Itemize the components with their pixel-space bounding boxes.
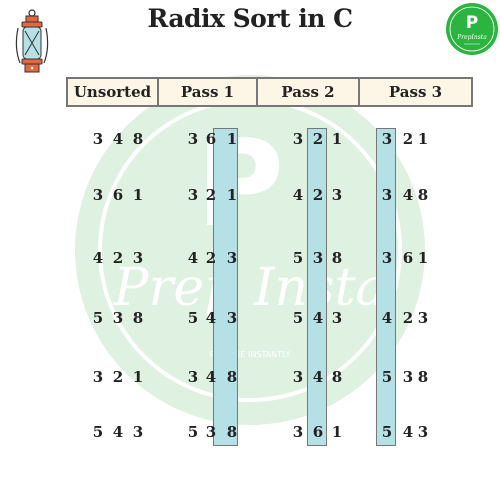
digit-pass-3-row-2-pos-1: 3 xyxy=(381,186,393,204)
digit-pass-1-row-6-pos-2: 3 xyxy=(205,423,217,441)
pass-2-digit-highlight xyxy=(307,128,327,446)
digit-pass-1-row-3-pos-1: 4 xyxy=(187,249,199,267)
digit-pass-2-row-5-pos-3: 8 xyxy=(331,368,343,386)
digit-pass-1-row-5-pos-3: 8 xyxy=(226,368,238,386)
digit-pass-1-row-5-pos-1: 3 xyxy=(187,368,199,386)
digit-pass-3-row-1-pos-3: 1 xyxy=(417,130,429,148)
digit-pass-3-row-2-pos-3: 8 xyxy=(417,186,429,204)
digit-pass-2-row-1-pos-1: 3 xyxy=(292,130,304,148)
digit-pass-3-row-1-pos-1: 3 xyxy=(381,130,393,148)
digit-pass-2-row-1-pos-2: 2 xyxy=(312,130,324,148)
digit-unsorted-row-6-pos-1: 5 xyxy=(92,423,104,441)
digit-unsorted-row-5-pos-2: 2 xyxy=(112,368,124,386)
digit-pass-2-row-4-pos-2: 4 xyxy=(312,309,324,327)
digit-pass-1-row-1-pos-2: 6 xyxy=(205,130,217,148)
digit-unsorted-row-5-pos-1: 3 xyxy=(92,368,104,386)
digit-pass-1-row-1-pos-3: 1 xyxy=(226,130,238,148)
digit-pass-2-row-5-pos-2: 4 xyxy=(312,368,324,386)
digit-pass-3-row-6-pos-3: 3 xyxy=(417,423,429,441)
digit-pass-1-row-3-pos-2: 2 xyxy=(205,249,217,267)
digit-unsorted-row-3-pos-3: 3 xyxy=(132,249,144,267)
digit-unsorted-row-4-pos-1: 5 xyxy=(92,309,104,327)
digit-pass-2-row-3-pos-2: 3 xyxy=(312,249,324,267)
digit-unsorted-row-4-pos-2: 3 xyxy=(112,309,124,327)
digit-pass-2-row-6-pos-2: 6 xyxy=(312,423,324,441)
digit-pass-2-row-5-pos-1: 3 xyxy=(292,368,304,386)
digit-pass-1-row-2-pos-3: 1 xyxy=(226,186,238,204)
digit-pass-1-row-5-pos-2: 4 xyxy=(205,368,217,386)
digit-pass-3-row-4-pos-1: 4 xyxy=(381,309,393,327)
digit-unsorted-row-4-pos-3: 8 xyxy=(132,309,144,327)
digit-pass-1-row-3-pos-3: 3 xyxy=(226,249,238,267)
digit-pass-3-row-5-pos-3: 8 xyxy=(417,368,429,386)
svg-text:P: P xyxy=(466,13,478,33)
digit-pass-1-row-4-pos-2: 4 xyxy=(205,309,217,327)
digit-pass-1-row-1-pos-1: 3 xyxy=(187,130,199,148)
page-title: Radix Sort in C xyxy=(147,4,353,33)
digit-pass-2-row-6-pos-1: 3 xyxy=(292,423,304,441)
digit-pass-1-row-2-pos-1: 3 xyxy=(187,186,199,204)
digit-unsorted-row-1-pos-2: 4 xyxy=(112,130,124,148)
digit-pass-3-row-5-pos-1: 5 xyxy=(381,368,393,386)
digit-pass-2-row-3-pos-3: 8 xyxy=(331,249,343,267)
digit-unsorted-row-6-pos-3: 3 xyxy=(132,423,144,441)
svg-text:PrepInsta: PrepInsta xyxy=(456,34,487,41)
digit-unsorted-row-1-pos-1: 3 xyxy=(92,130,104,148)
digit-pass-2-row-1-pos-3: 1 xyxy=(331,130,343,148)
digit-pass-2-row-3-pos-1: 5 xyxy=(292,249,304,267)
digit-unsorted-row-5-pos-3: 1 xyxy=(132,368,144,386)
prepinsta-logo: P PrepInsta xyxy=(446,3,498,55)
digit-pass-2-row-2-pos-1: 4 xyxy=(292,186,304,204)
digit-pass-1-row-6-pos-1: 5 xyxy=(187,423,199,441)
pass-1-digit-highlight xyxy=(213,128,238,446)
digit-unsorted-row-3-pos-2: 2 xyxy=(112,249,124,267)
digit-pass-1-row-2-pos-2: 2 xyxy=(205,186,217,204)
digit-pass-2-row-6-pos-3: 1 xyxy=(331,423,343,441)
digit-unsorted-row-1-pos-3: 8 xyxy=(132,130,144,148)
digit-pass-3-row-3-pos-3: 1 xyxy=(417,249,429,267)
digit-pass-3-row-6-pos-1: 5 xyxy=(381,423,393,441)
digit-pass-1-row-6-pos-3: 8 xyxy=(226,423,238,441)
digit-pass-2-row-4-pos-3: 3 xyxy=(331,309,343,327)
digit-pass-3-row-4-pos-3: 3 xyxy=(417,309,429,327)
header-pass-2: Pass 2 xyxy=(256,77,360,107)
digit-pass-1-row-4-pos-1: 5 xyxy=(187,309,199,327)
digit-unsorted-row-3-pos-1: 4 xyxy=(92,249,104,267)
digit-unsorted-row-6-pos-2: 4 xyxy=(112,423,124,441)
header-unsorted: Unsorted xyxy=(66,77,159,107)
digit-pass-2-row-4-pos-1: 5 xyxy=(292,309,304,327)
header-pass-1: Pass 1 xyxy=(157,77,258,107)
digit-unsorted-row-2-pos-3: 1 xyxy=(132,186,144,204)
digit-unsorted-row-2-pos-2: 6 xyxy=(112,186,124,204)
pass-3-digit-highlight xyxy=(376,128,396,446)
digit-pass-2-row-2-pos-2: 2 xyxy=(312,186,324,204)
digit-pass-1-row-4-pos-3: 3 xyxy=(226,309,238,327)
header-pass-3: Pass 3 xyxy=(358,77,473,107)
digit-unsorted-row-2-pos-1: 3 xyxy=(92,186,104,204)
digit-pass-3-row-3-pos-1: 3 xyxy=(381,249,393,267)
digit-pass-2-row-2-pos-3: 3 xyxy=(331,186,343,204)
